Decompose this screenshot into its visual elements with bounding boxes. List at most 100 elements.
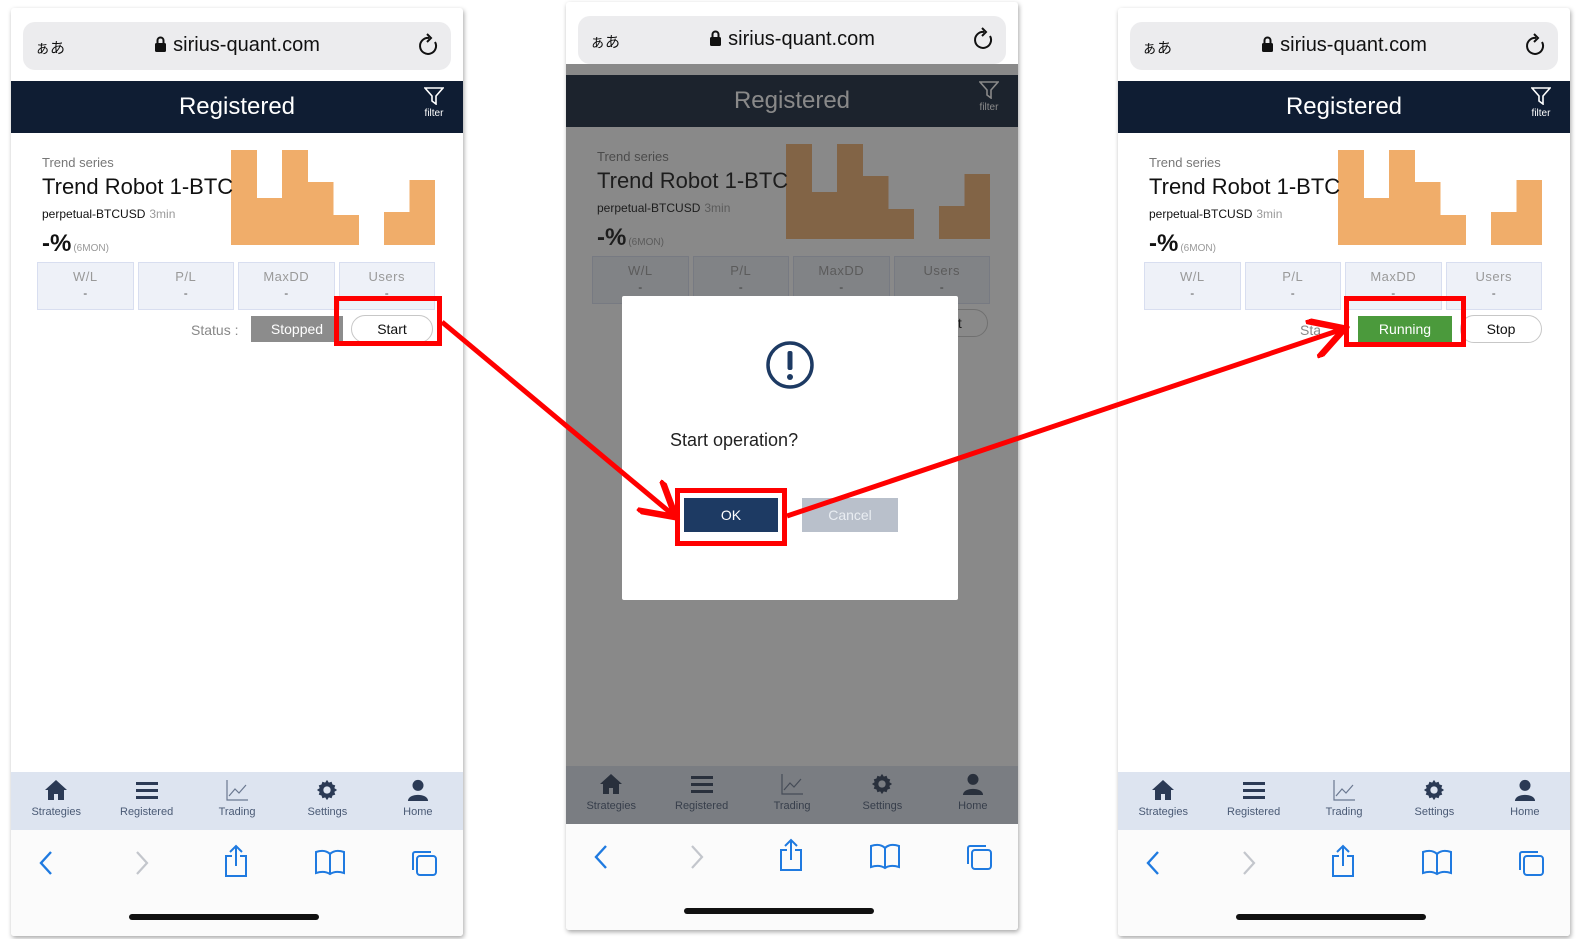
address-bar[interactable]: ぁあ sirius-quant.com — [23, 22, 451, 70]
filter-icon — [1530, 87, 1552, 106]
address-bar[interactable]: ぁあ sirius-quant.com — [578, 16, 1006, 64]
tabs-icon[interactable] — [1516, 848, 1546, 878]
reload-icon[interactable] — [417, 33, 441, 59]
performance-period: (6MON) — [1180, 243, 1216, 254]
tab-settings[interactable]: Settings — [282, 772, 372, 830]
chart-bar — [333, 215, 359, 245]
pair-name: perpetual-BTCUSD — [1149, 207, 1253, 221]
home-indicator — [1236, 914, 1426, 920]
chart-bar — [1389, 150, 1415, 245]
user-icon — [407, 779, 428, 801]
tab-label: Strategies — [31, 806, 81, 818]
bookmarks-icon[interactable] — [869, 842, 901, 870]
share-icon[interactable] — [223, 844, 249, 878]
stop-button[interactable]: Stop — [1460, 315, 1542, 343]
metric-value: - — [183, 286, 188, 300]
timeframe: 3min — [149, 207, 176, 221]
forward-icon[interactable] — [1240, 848, 1258, 878]
user-icon — [1514, 779, 1535, 801]
tab-registered[interactable]: Registered — [1208, 772, 1298, 830]
pair-info: perpetual-BTCUSD3min — [42, 207, 175, 221]
filter-icon — [423, 87, 445, 106]
tab-home[interactable]: Home — [373, 772, 463, 830]
bookmarks-icon[interactable] — [1421, 848, 1453, 876]
metric-label: MaxDD — [263, 269, 310, 284]
performance-value: -% — [1149, 230, 1179, 257]
safari-toolbar — [566, 824, 1018, 930]
confirm-dialog: Start operation? OK Cancel — [622, 296, 958, 600]
tab-label: Home — [403, 806, 433, 818]
tab-label: Strategies — [1138, 806, 1188, 818]
list-icon — [1242, 782, 1265, 799]
chart-icon — [226, 780, 249, 801]
metric-value: - — [83, 286, 88, 300]
metric-pl: P/L - — [1244, 262, 1341, 310]
metric-label: MaxDD — [1370, 269, 1417, 284]
address-bar[interactable]: ぁあ sirius-quant.com — [1130, 22, 1558, 70]
tab-home[interactable]: Home — [1480, 772, 1570, 830]
back-icon[interactable] — [37, 848, 55, 878]
chart-bar — [282, 150, 308, 245]
reload-icon[interactable] — [1524, 33, 1548, 59]
filter-label: filter — [424, 108, 444, 119]
safari-toolbar — [11, 830, 463, 936]
home-icon — [45, 780, 68, 800]
tab-label: Settings — [1414, 806, 1455, 818]
filter-button[interactable]: filter — [419, 87, 449, 119]
share-icon[interactable] — [1330, 844, 1356, 878]
bottom-tabbar: Strategies Registered Trading Settings H… — [1118, 772, 1570, 830]
chart-bar — [307, 182, 334, 245]
url-text: sirius-quant.com — [1280, 34, 1427, 56]
tab-trading[interactable]: Trading — [1299, 772, 1389, 830]
back-icon[interactable] — [592, 842, 610, 872]
metrics-row: W/L - P/L - MaxDD - Users - — [1144, 262, 1542, 310]
tab-strategies[interactable]: Strategies — [11, 772, 101, 830]
url-text: sirius-quant.com — [173, 34, 320, 56]
page-title: Registered — [1285, 93, 1403, 120]
list-icon — [135, 782, 158, 799]
page-title: Registered — [178, 93, 296, 120]
metric-wl: W/L - — [1144, 262, 1241, 310]
bottom-tabbar: Strategies Registered Trading Settings H… — [11, 772, 463, 830]
lock-icon — [1262, 36, 1274, 52]
chart-bar — [1491, 212, 1517, 245]
phone-screen-after: ぁあ sirius-quant.com Registered filter Tr… — [1118, 8, 1570, 936]
home-indicator — [129, 914, 319, 920]
tab-trading[interactable]: Trading — [192, 772, 282, 830]
metric-wl: W/L - — [37, 262, 134, 310]
highlight-running-badge — [1344, 296, 1466, 347]
phone-screen-before: ぁあ sirius-quant.com Registered filter Tr… — [11, 8, 463, 936]
tabs-icon[interactable] — [964, 842, 994, 872]
metric-label: W/L — [72, 269, 98, 284]
tab-label: Settings — [307, 806, 348, 818]
status-label: Sta — [1300, 322, 1322, 338]
filter-button[interactable]: filter — [1526, 87, 1556, 119]
tab-strategies[interactable]: Strategies — [1118, 772, 1208, 830]
forward-icon[interactable] — [688, 842, 706, 872]
reload-icon[interactable] — [972, 27, 996, 53]
tab-settings[interactable]: Settings — [1389, 772, 1479, 830]
performance-value: -% — [42, 230, 72, 257]
tab-registered[interactable]: Registered — [101, 772, 191, 830]
cancel-button[interactable]: Cancel — [802, 498, 898, 532]
chart-bar — [1516, 180, 1542, 245]
tabs-icon[interactable] — [409, 848, 439, 878]
status-label: Status : — [191, 322, 239, 338]
tab-label: Registered — [1227, 806, 1281, 818]
chart-bar — [1338, 150, 1364, 245]
app-header: Registered filter — [1118, 81, 1570, 133]
robot-name: Trend Robot 1-BTC — [42, 174, 234, 199]
pair-info: perpetual-BTCUSD3min — [1149, 207, 1282, 221]
series-label: Trend series — [42, 155, 114, 170]
share-icon[interactable] — [778, 838, 804, 872]
chart-icon — [1333, 780, 1356, 801]
url-text: sirius-quant.com — [728, 28, 875, 50]
tab-label: Home — [1510, 806, 1540, 818]
performance: -%(6MON) — [42, 230, 109, 258]
back-icon[interactable] — [1144, 848, 1162, 878]
bookmarks-icon[interactable] — [314, 848, 346, 876]
chart-bar — [231, 150, 257, 245]
forward-icon[interactable] — [133, 848, 151, 878]
performance-chart — [1338, 150, 1542, 245]
chart-bar — [1440, 215, 1466, 245]
